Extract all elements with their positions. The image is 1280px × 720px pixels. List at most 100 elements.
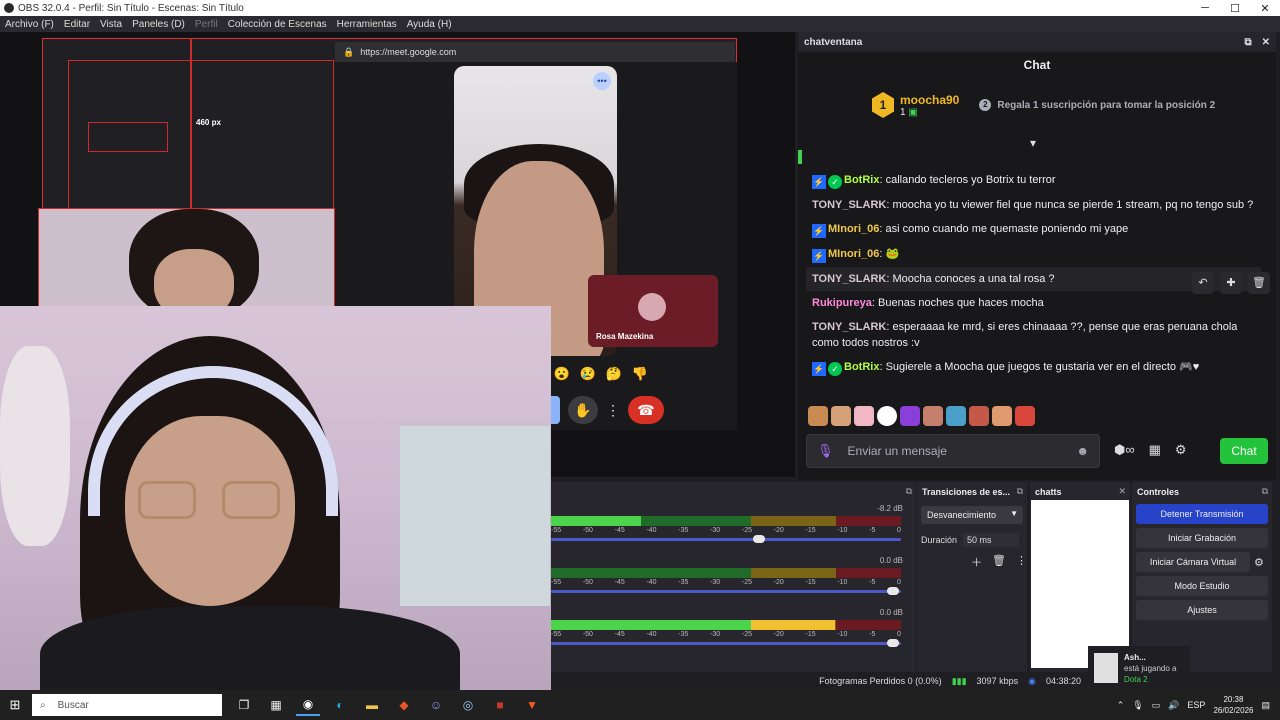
- obs-app-icon[interactable]: ◉: [296, 694, 320, 716]
- chat-username[interactable]: TONY_SLARK: [812, 273, 886, 285]
- notifications-icon[interactable]: ▤: [1261, 700, 1270, 711]
- emote-icon[interactable]: [946, 406, 966, 426]
- minimize-button[interactable]: ─: [1190, 2, 1220, 14]
- reaction-dislike[interactable]: 👎: [630, 366, 650, 382]
- chat-message[interactable]: TONY_SLARK: esperaaaa ke mrd, si eres ch…: [806, 315, 1261, 355]
- emote-icon[interactable]: [854, 406, 874, 426]
- mic-icon[interactable]: 🎙: [1132, 700, 1143, 711]
- menu-archivo[interactable]: Archivo (F): [0, 19, 59, 30]
- browser-source-view[interactable]: [1031, 500, 1129, 668]
- emote-icon[interactable]: [1015, 406, 1035, 426]
- pin-icon[interactable]: ✚: [1220, 272, 1242, 294]
- gear-icon[interactable]: ⚙: [1254, 556, 1264, 569]
- menu-coleccion-escenas[interactable]: Colección de Escenas: [223, 19, 332, 30]
- chat-message[interactable]: ⚡ ✓ BotRix: Sugierele a Moocha que juegos …: [806, 355, 1261, 380]
- reaction-sad[interactable]: 😢: [578, 366, 598, 382]
- chat-username[interactable]: MInori_06: [828, 248, 879, 260]
- leaderboard[interactable]: 1 moocha90 1 ▣ 2 Regala 1 suscripción pa…: [872, 92, 1215, 118]
- float-icon[interactable]: ⧉: [1244, 37, 1251, 48]
- discord-icon[interactable]: ☺: [424, 694, 448, 716]
- windows-start-icon[interactable]: ⊞: [0, 697, 30, 713]
- menu-vista[interactable]: Vista: [95, 19, 127, 30]
- slider-knob[interactable]: [887, 639, 899, 647]
- chat-message[interactable]: ⚡ ✓ BotRix: callando tecleros yo Botrix tu…: [806, 168, 1261, 193]
- mic-icon[interactable]: 🎙: [817, 443, 834, 459]
- emote-icon[interactable]: [923, 406, 943, 426]
- webcam-source[interactable]: [0, 306, 551, 700]
- reaction-wow[interactable]: 😮: [552, 366, 572, 382]
- float-icon[interactable]: ⧉: [906, 486, 912, 497]
- chat-message[interactable]: TONY_SLARK: moocha yo tu viewer fiel que…: [806, 193, 1261, 217]
- emote-icon[interactable]: [877, 406, 897, 426]
- stop-stream-button[interactable]: Detener Transmisión: [1136, 504, 1268, 524]
- menu-editar[interactable]: Editar: [59, 19, 95, 30]
- volume-slider[interactable]: [551, 587, 901, 595]
- start-recording-button[interactable]: Iniciar Grabación: [1136, 528, 1268, 548]
- studio-mode-button[interactable]: Modo Estudio: [1136, 576, 1268, 596]
- clock[interactable]: 20:38 26/02/2026: [1213, 694, 1253, 716]
- end-call-icon[interactable]: ☎: [628, 396, 664, 424]
- virtual-camera-button[interactable]: Iniciar Cámara Virtual: [1136, 552, 1250, 572]
- more-options-icon[interactable]: •••: [593, 72, 611, 90]
- reaction-thinking[interactable]: 🤔: [604, 366, 624, 382]
- bits-icon[interactable]: ⬢∞: [1114, 442, 1135, 458]
- slider-knob[interactable]: [887, 587, 899, 595]
- slider-knob[interactable]: [753, 535, 765, 543]
- delete-icon[interactable]: 🗑: [1248, 272, 1270, 294]
- volume-icon[interactable]: 🔊: [1168, 700, 1179, 711]
- chat-username[interactable]: TONY_SLARK: [812, 199, 886, 211]
- apps-icon[interactable]: ▦: [264, 694, 288, 716]
- taskbar-search[interactable]: ⌕ Buscar: [32, 694, 222, 716]
- raise-hand-icon[interactable]: ✋: [568, 396, 598, 424]
- chevron-up-icon[interactable]: ⌃: [1117, 700, 1125, 711]
- dota-icon[interactable]: ■: [488, 694, 512, 716]
- emote-icon[interactable]: [808, 406, 828, 426]
- chat-username[interactable]: Rukipureya: [812, 297, 872, 309]
- chat-message[interactable]: ⚡ MInori_06: 🐸: [806, 242, 1261, 267]
- delete-icon[interactable]: 🗑: [992, 554, 1006, 570]
- menu-paneles[interactable]: Paneles (D): [127, 19, 190, 30]
- network-icon[interactable]: ▭: [1152, 700, 1161, 711]
- steam-icon[interactable]: ◎: [456, 694, 480, 716]
- settings-button[interactable]: Ajustes: [1136, 600, 1268, 620]
- chat-send-button[interactable]: Chat: [1220, 438, 1268, 464]
- duration-input[interactable]: 50 ms: [963, 533, 1020, 547]
- menu-ayuda[interactable]: Ayuda (H): [402, 19, 457, 30]
- emote-icon[interactable]: [992, 406, 1012, 426]
- chat-message[interactable]: ⚡ MInori_06: asi como cuando me quemaste …: [806, 217, 1261, 242]
- brave-icon[interactable]: ▼: [520, 694, 544, 716]
- volume-slider[interactable]: [551, 535, 901, 543]
- chat-username[interactable]: BotRix: [844, 361, 879, 373]
- close-button[interactable]: ✕: [1250, 2, 1280, 15]
- office-icon[interactable]: ◆: [392, 694, 416, 716]
- more-vert-icon[interactable]: ⋮: [1016, 554, 1027, 570]
- task-view-icon[interactable]: ❐: [232, 694, 256, 716]
- chat-input[interactable]: 🎙 Enviar un mensaje ☻: [806, 434, 1100, 468]
- chat-username[interactable]: TONY_SLARK: [812, 321, 886, 333]
- chat-username[interactable]: BotRix: [844, 174, 879, 186]
- edge-icon[interactable]: ◐: [328, 694, 352, 716]
- game-notification[interactable]: Ash... está jugando a Dota 2: [1088, 646, 1190, 690]
- reply-icon[interactable]: ↶: [1192, 272, 1214, 294]
- menu-herramientas[interactable]: Herramientas: [332, 19, 402, 30]
- emote-icon[interactable]: [900, 406, 920, 426]
- volume-slider[interactable]: [551, 639, 901, 647]
- emote-icon[interactable]: [831, 406, 851, 426]
- language-indicator[interactable]: ESP: [1187, 700, 1205, 710]
- settings-gear-icon[interactable]: ⚙: [1175, 442, 1187, 458]
- emoji-icon[interactable]: ☻: [1076, 444, 1089, 458]
- more-vert-icon[interactable]: ⋮: [606, 396, 620, 424]
- float-icon[interactable]: ⧉: [1262, 486, 1268, 497]
- emote-icon[interactable]: [969, 406, 989, 426]
- folder-icon[interactable]: ▬: [360, 694, 384, 716]
- store-icon[interactable]: ▦: [1149, 442, 1161, 458]
- chat-message[interactable]: Rukipureya: Buenas noches que haces moch…: [806, 291, 1261, 315]
- close-icon[interactable]: ✕: [1118, 486, 1126, 497]
- chat-username[interactable]: MInori_06: [828, 223, 879, 235]
- add-icon[interactable]: ＋: [971, 554, 982, 570]
- menu-perfil[interactable]: Perfil: [190, 19, 223, 30]
- float-icon[interactable]: ⧉: [1017, 486, 1023, 497]
- collapse-icon[interactable]: ▾: [1030, 136, 1036, 150]
- close-icon[interactable]: ✕: [1262, 37, 1270, 48]
- maximize-button[interactable]: ☐: [1220, 2, 1250, 15]
